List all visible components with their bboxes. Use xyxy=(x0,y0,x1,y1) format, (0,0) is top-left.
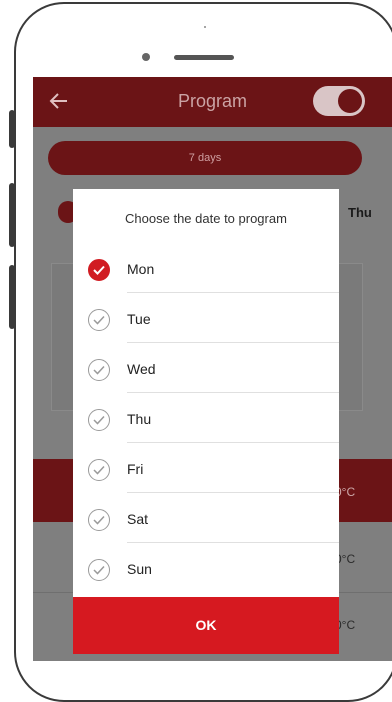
day-option-wed[interactable]: Wed xyxy=(73,343,339,393)
day-label: Sat xyxy=(127,511,149,527)
phone-volume-up xyxy=(9,183,15,247)
day-label: Wed xyxy=(127,361,156,377)
dialog-title: Choose the date to program xyxy=(125,211,287,226)
day-tab-thu[interactable]: Thu xyxy=(348,205,372,220)
checkbox-unchecked-icon[interactable] xyxy=(88,509,110,531)
mode-pill[interactable]: 7 days xyxy=(48,141,362,175)
day-label: Tue xyxy=(127,311,151,327)
day-label: Sun xyxy=(127,561,152,577)
day-option-fri[interactable]: Fri xyxy=(73,443,339,493)
checkbox-unchecked-icon[interactable] xyxy=(88,559,110,581)
program-toggle[interactable] xyxy=(313,86,365,116)
app-bar: Program xyxy=(33,77,392,127)
day-option-sun[interactable]: Sun xyxy=(73,543,339,593)
checkbox-unchecked-icon[interactable] xyxy=(88,459,110,481)
day-option-tue[interactable]: Tue xyxy=(73,293,339,343)
day-option-sat[interactable]: Sat xyxy=(73,493,339,543)
day-option-thu[interactable]: Thu xyxy=(73,393,339,443)
day-label: Fri xyxy=(127,461,144,477)
day-label: Thu xyxy=(127,411,152,427)
phone-side-button xyxy=(9,110,15,148)
checkbox-unchecked-icon[interactable] xyxy=(88,359,110,381)
day-option-mon[interactable]: Mon xyxy=(73,243,339,293)
day-picker-dialog: Choose the date to program Mon Tue Wed T… xyxy=(73,189,339,654)
checkbox-unchecked-icon[interactable] xyxy=(88,409,110,431)
day-label: Mon xyxy=(127,261,155,277)
phone-volume-down xyxy=(9,265,15,329)
phone-sensor xyxy=(204,26,206,28)
ok-button[interactable]: OK xyxy=(73,597,339,654)
toggle-knob xyxy=(338,89,362,113)
phone-speaker xyxy=(174,55,234,60)
checkbox-unchecked-icon[interactable] xyxy=(88,309,110,331)
phone-camera xyxy=(142,53,150,61)
checkbox-checked-icon[interactable] xyxy=(88,259,110,281)
